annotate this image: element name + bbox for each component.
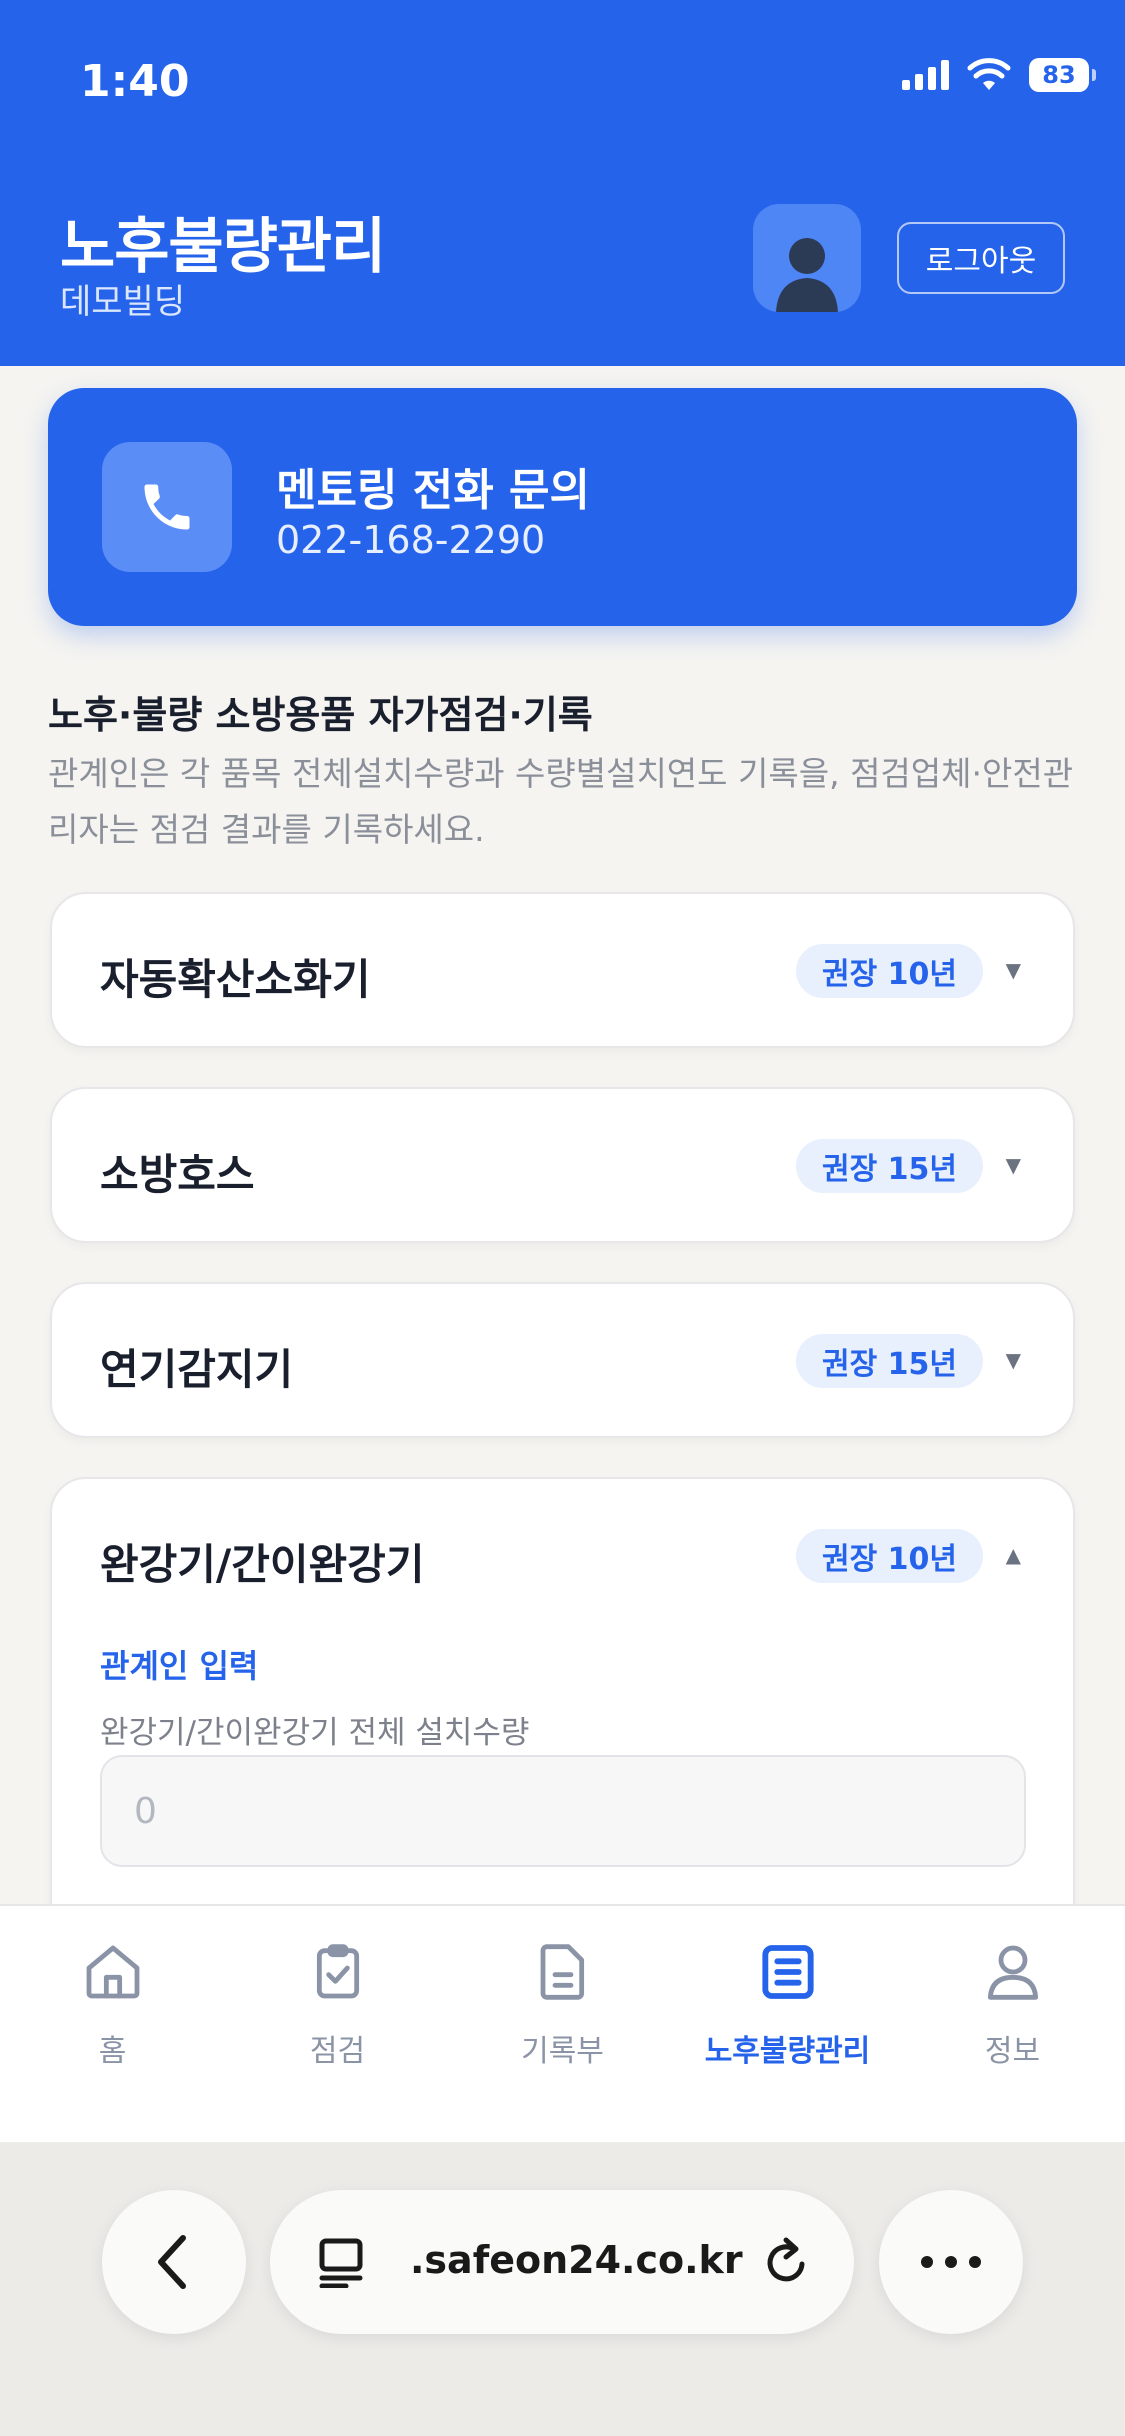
battery-indicator: 83 — [1029, 58, 1096, 92]
nav-item-info[interactable]: 정보 — [900, 1906, 1125, 2142]
wifi-icon — [967, 58, 1011, 90]
chevron-down-icon: ▼ — [1005, 1153, 1021, 1177]
lifespan-badge: 권장 15년 — [796, 1139, 983, 1193]
more-button[interactable] — [879, 2190, 1023, 2334]
phone-icon-box — [102, 442, 232, 572]
address-bar[interactable]: .safeon24.co.kr — [270, 2190, 854, 2334]
chevron-down-icon: ▼ — [1005, 1348, 1021, 1372]
accordion-item[interactable]: 연기감지기 권장 15년 ▼ — [50, 1282, 1075, 1438]
home-icon — [86, 1945, 139, 1999]
nav-item-inspection[interactable]: 점검 — [225, 1906, 450, 2142]
reload-icon[interactable] — [758, 2234, 814, 2290]
nav-item-home[interactable]: 홈 — [0, 1906, 225, 2142]
nav-item-records[interactable]: 기록부 — [450, 1906, 675, 2142]
mentoring-call-card[interactable]: 멘토링 전화 문의 022-168-2290 — [48, 388, 1077, 626]
section-description: 관계인은 각 품목 전체설치수량과 수량별설치연도 기록을, 점검업체·안전관리… — [48, 754, 1074, 849]
lifespan-badge: 권장 15년 — [796, 1334, 983, 1388]
item-name: 자동확산소화기 — [100, 955, 371, 1004]
avatar-icon — [776, 238, 838, 312]
url-text: .safeon24.co.kr — [410, 2238, 743, 2282]
nav-item-aging-management[interactable]: 노후불량관리 — [675, 1906, 900, 2142]
list-document-icon — [761, 1945, 814, 1999]
mentor-title: 멘토링 전화 문의 — [276, 465, 590, 516]
app-header: 1:40 83 노후불량관리 데모빌딩 로그아웃 — [0, 0, 1125, 366]
bottom-nav: 홈 점검 기록부 노후불량관리 정보 — [0, 1904, 1125, 2142]
chevron-left-icon — [158, 2235, 186, 2289]
chevron-up-icon: ▲ — [1005, 1543, 1021, 1567]
more-icon — [921, 2256, 981, 2268]
status-time: 1:40 — [80, 56, 190, 107]
phone-icon — [144, 484, 190, 530]
nav-label: 홈 — [98, 2034, 127, 2069]
user-icon — [987, 1945, 1038, 2000]
nav-label: 노후불량관리 — [704, 2034, 871, 2069]
logout-button[interactable]: 로그아웃 — [897, 222, 1065, 294]
role-label: 관계인 입력 — [100, 1647, 259, 1685]
page-title: 노후불량관리 — [60, 212, 386, 282]
accordion-item[interactable]: 소방호스 권장 15년 ▼ — [50, 1087, 1075, 1243]
avatar-button[interactable] — [753, 204, 861, 312]
accordion-item[interactable]: 자동확산소화기 권장 10년 ▼ — [50, 892, 1075, 1048]
chevron-down-icon: ▼ — [1005, 958, 1021, 982]
lifespan-badge: 권장 10년 — [796, 944, 983, 998]
item-name: 연기감지기 — [100, 1345, 294, 1394]
item-name: 완강기/간이완강기 — [100, 1540, 425, 1589]
nav-label: 정보 — [984, 2034, 1041, 2069]
building-name: 데모빌딩 — [60, 282, 186, 322]
field-label: 완강기/간이완강기 전체 설치수량 — [100, 1715, 530, 1751]
section-title: 노후·불량 소방용품 자가점검·기록 — [48, 693, 593, 737]
status-icons: 83 — [902, 58, 1096, 92]
item-name: 소방호스 — [100, 1150, 255, 1199]
nav-label: 기록부 — [521, 2034, 604, 2069]
signal-icon — [902, 60, 949, 90]
lifespan-badge: 권장 10년 — [796, 1529, 983, 1583]
total-quantity-input[interactable] — [100, 1755, 1026, 1867]
browser-toolbar: .safeon24.co.kr — [0, 2142, 1125, 2436]
nav-label: 점검 — [309, 2034, 366, 2069]
document-icon — [540, 1944, 584, 2000]
clipboard-check-icon — [316, 1944, 359, 1999]
accordion-item-expanded[interactable]: 완강기/간이완강기 권장 10년 ▲ 관계인 입력 완강기/간이완강기 전체 설… — [50, 1477, 1075, 1947]
mentor-phone-number: 022-168-2290 — [276, 518, 546, 562]
page-menu-icon — [319, 2238, 363, 2288]
back-button[interactable] — [102, 2190, 246, 2334]
